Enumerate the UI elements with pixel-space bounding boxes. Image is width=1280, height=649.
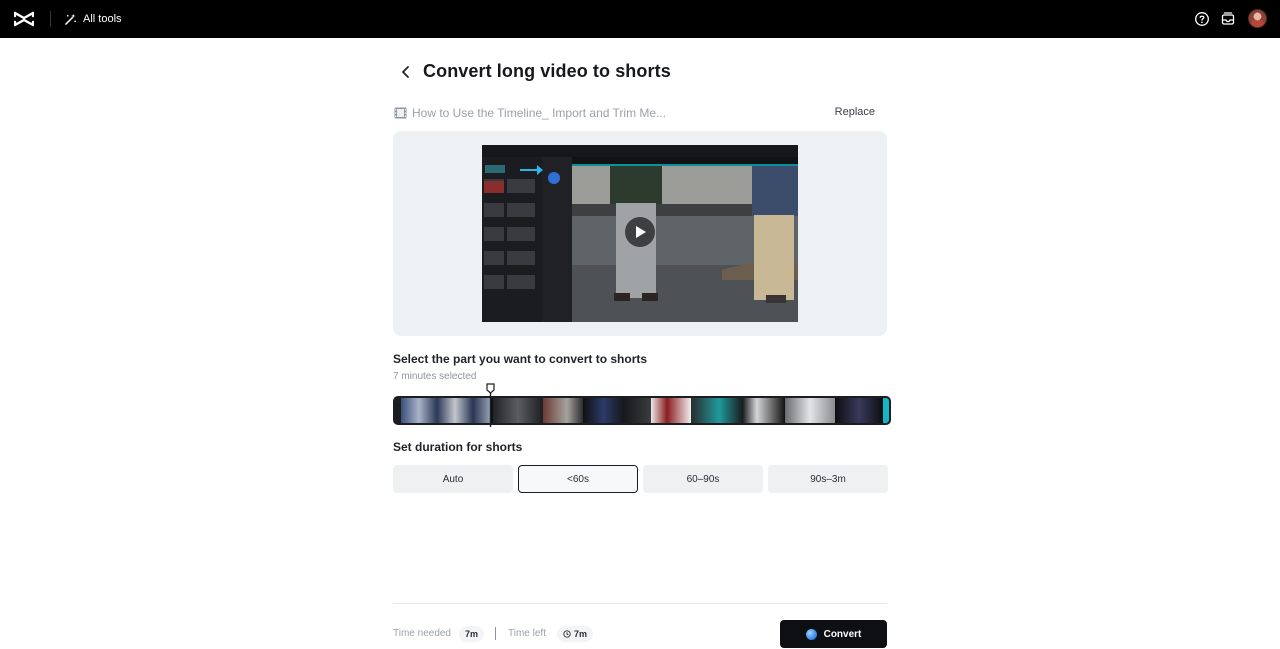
film-icon	[394, 107, 407, 119]
time-left-badge: 7m	[557, 626, 594, 642]
time-needed-label: Time needed	[393, 628, 451, 639]
set-duration-heading: Set duration for shorts	[393, 440, 523, 454]
play-icon	[636, 226, 646, 238]
timeline-filmstrip[interactable]	[393, 396, 891, 425]
capcut-logo-icon[interactable]	[14, 10, 34, 28]
back-arrow-icon[interactable]	[398, 64, 414, 80]
filmstrip-segment	[651, 398, 691, 423]
filmstrip-segment	[401, 398, 491, 423]
file-name: How to Use the Timeline_ Import and Trim…	[412, 106, 667, 120]
filmstrip-segment	[543, 398, 583, 423]
video-preview-panel	[393, 131, 887, 336]
select-part-heading: Select the part you want to convert to s…	[393, 352, 648, 366]
divider	[50, 11, 51, 27]
playhead-knob[interactable]	[486, 383, 495, 394]
timeline-end-handle[interactable]	[883, 398, 889, 423]
filmstrip-segment	[493, 398, 543, 423]
time-needed-badge: 7m	[459, 626, 485, 642]
convert-icon	[805, 628, 817, 640]
play-button[interactable]	[625, 217, 655, 247]
time-left-value: 7m	[574, 629, 588, 639]
filmstrip-segment	[691, 398, 785, 423]
selected-duration-text: 7 minutes selected	[393, 371, 477, 382]
filmstrip-segment	[835, 398, 883, 423]
replace-button[interactable]: Replace	[835, 106, 875, 118]
file-row: How to Use the Timeline_ Import and Trim…	[393, 104, 887, 122]
top-bar: All tools	[0, 0, 1280, 38]
inbox-icon[interactable]	[1220, 11, 1236, 27]
help-icon[interactable]	[1194, 11, 1210, 27]
video-player[interactable]	[482, 145, 798, 322]
duration-option-under-60s[interactable]: <60s	[518, 465, 638, 493]
duration-option-60-90s[interactable]: 60–90s	[643, 465, 763, 493]
convert-label: Convert	[823, 628, 862, 640]
all-tools-button[interactable]: All tools	[64, 10, 122, 28]
convert-button[interactable]: Convert	[780, 620, 887, 648]
clock-icon	[563, 630, 571, 638]
time-left-label: Time left	[508, 628, 546, 639]
footer-separator	[495, 627, 496, 640]
avatar[interactable]	[1248, 9, 1267, 28]
filmstrip-segment	[785, 398, 835, 423]
magic-wand-icon	[65, 13, 76, 25]
all-tools-label: All tools	[83, 13, 122, 25]
time-needed-value: 7m	[465, 629, 479, 639]
filmstrip-segment	[583, 398, 651, 423]
duration-option-90s-3m[interactable]: 90s–3m	[768, 465, 888, 493]
page-title: Convert long video to shorts	[423, 61, 671, 81]
timeline-start-handle[interactable]	[395, 398, 401, 423]
footer-divider	[393, 603, 887, 604]
duration-option-auto[interactable]: Auto	[393, 465, 513, 493]
